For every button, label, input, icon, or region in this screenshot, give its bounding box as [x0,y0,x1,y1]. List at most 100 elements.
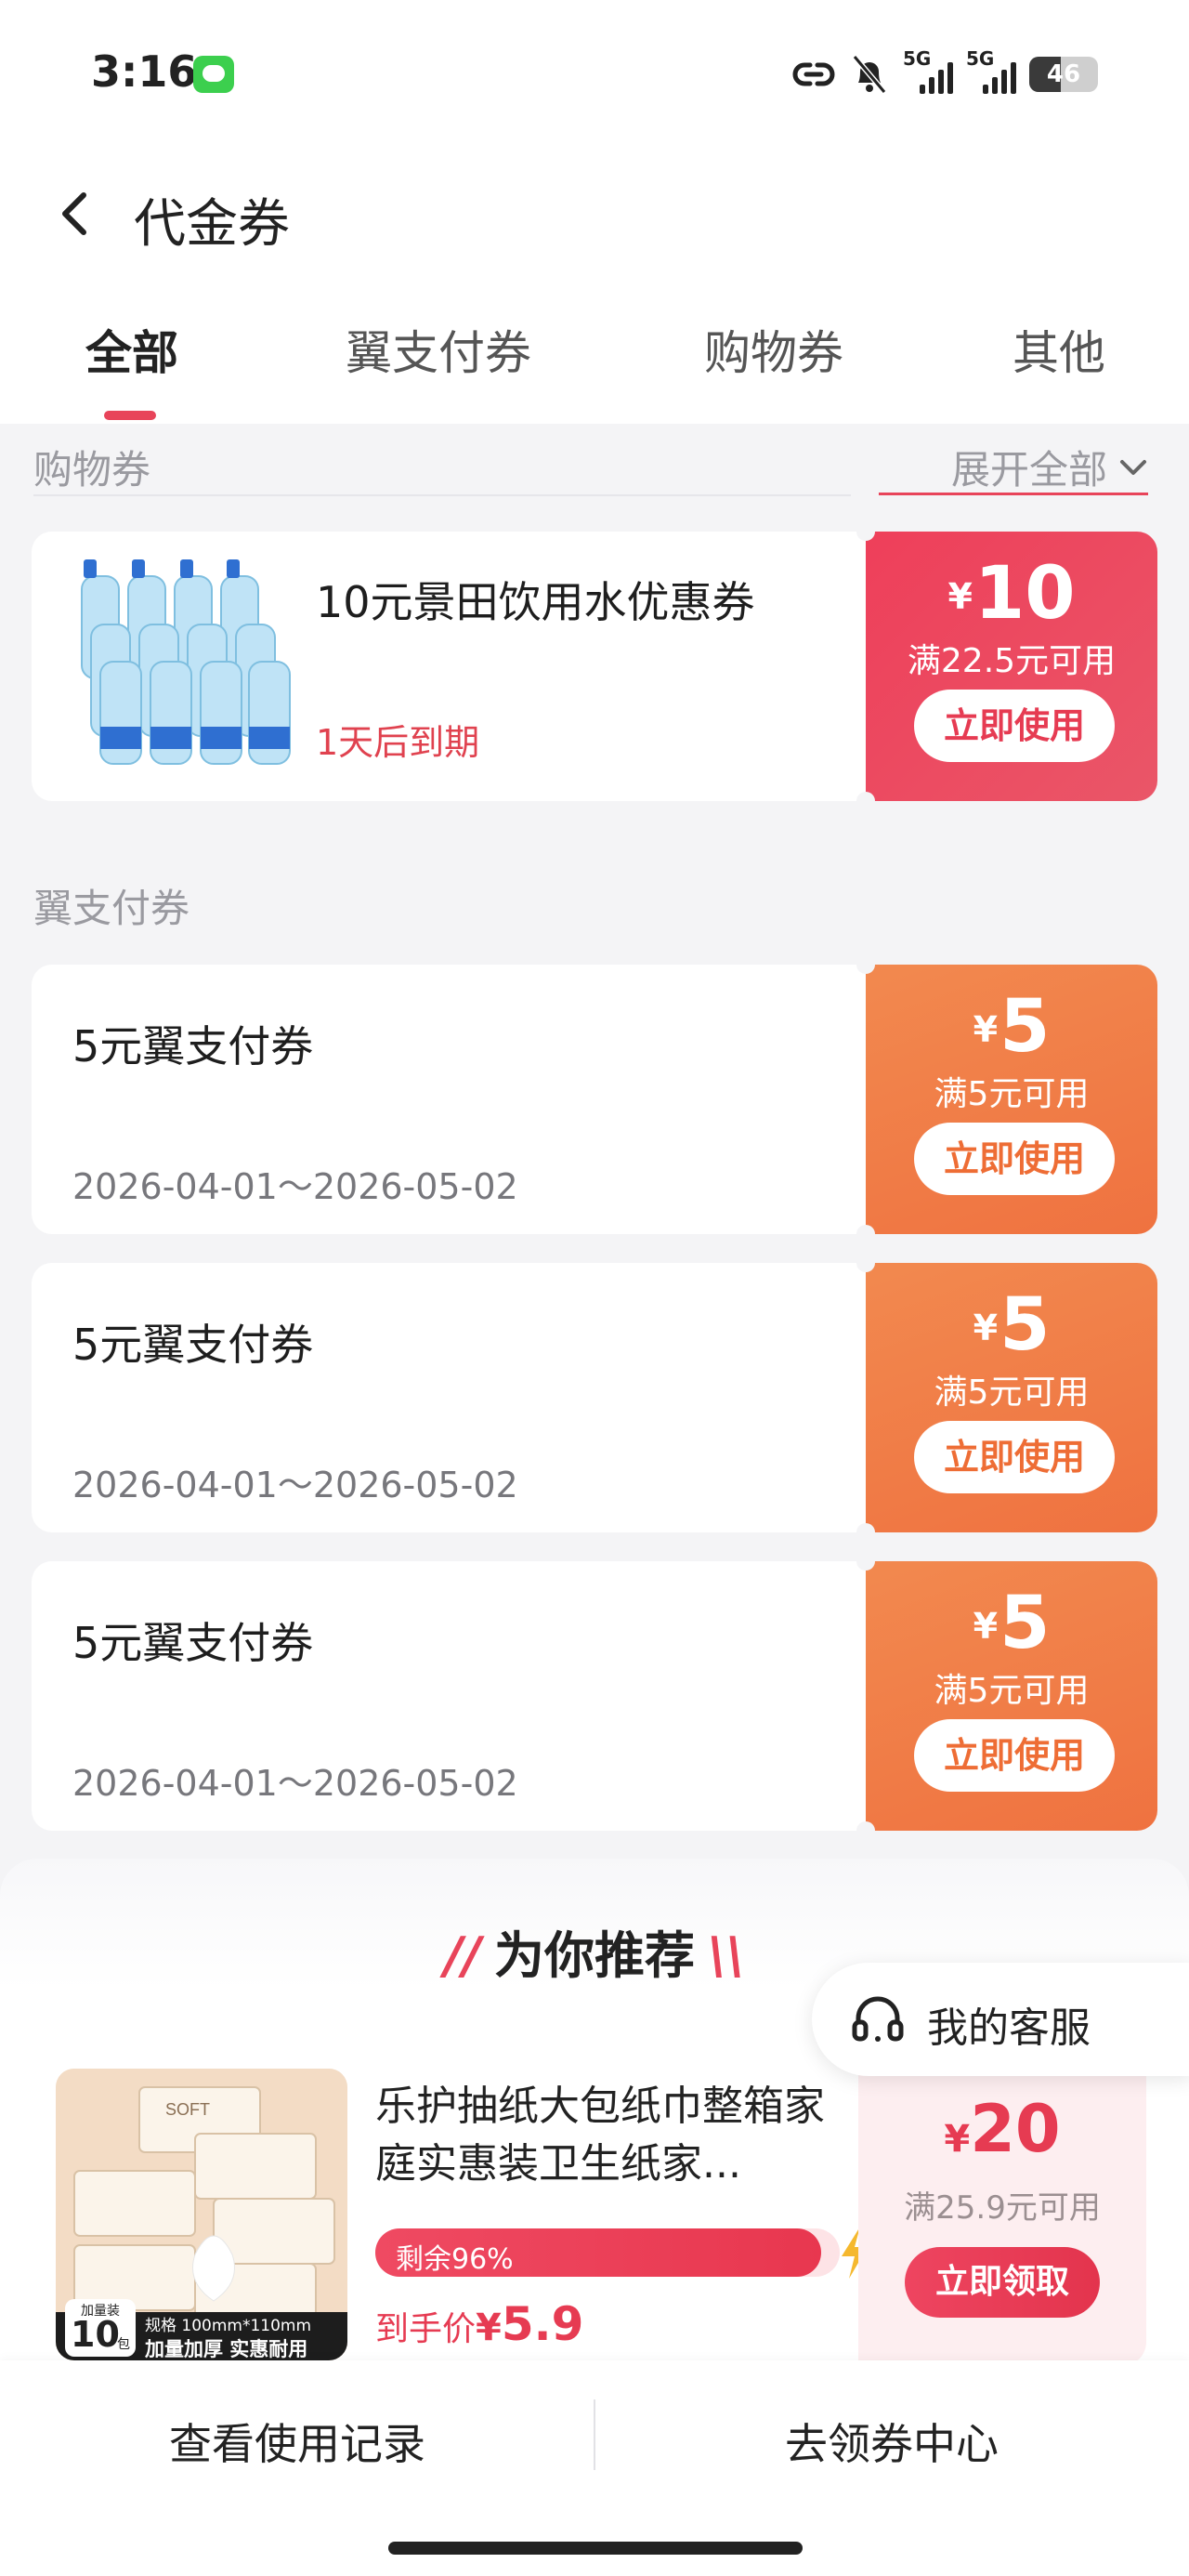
claim-now-button[interactable]: 立即领取 [905,2247,1100,2318]
price-label: 到手价 [375,2310,477,2348]
coupon-condition: 满5元可用 [934,1075,1090,1113]
coupon-amount: ¥5 [866,1582,1157,1665]
headset-icon [852,1996,904,2042]
link-icon [792,62,835,86]
coupon-center-button[interactable]: 去领券中心 [594,2411,1189,2472]
card-notch [856,1821,875,1840]
use-now-button[interactable]: 立即使用 [914,1719,1115,1792]
active-tab-indicator [104,411,156,420]
product-title: 乐护抽纸大包纸巾整箱家庭实惠装卫生纸家... [375,2083,825,2188]
recommend-title-text: 为你推荐 [494,1926,695,1985]
currency-symbol: ¥ [973,1606,999,1647]
product-image: SOFT 加量装 10 包 规格 100mm*110mm 加量加厚 实惠耐用 [56,2069,347,2360]
image-brand-text: SOFT [165,2100,210,2119]
coupon-validity: 2026-04-01～2026-05-02 [72,1763,518,1804]
coupon-value-panel: ¥5 满5元可用 立即使用 [866,965,1157,1234]
coupon-condition: 满5元可用 [934,1672,1090,1710]
pack-unit: 包 [117,2337,130,2352]
pack-count-badge: 加量装 10 包 [65,2299,136,2357]
amount-value: 10 [973,552,1076,636]
recommend-panel: //为你推荐 \\ SOFT 加量装 10 包 规格 100mm*110mm 加… [0,1859,1189,2379]
currency-symbol: ¥ [973,1009,999,1050]
stock-progress-bar: 剩余96% [375,2228,840,2277]
chevron-down-icon [1120,459,1146,475]
stock-text: 剩余96% [396,2243,514,2276]
tab-shopping-coupons[interactable]: 购物券 [704,316,843,383]
status-bar: 3:16 5G 5G 46 [0,0,1189,149]
image-spec-text: 规格 100mm*110mm [145,2317,312,2335]
image-slogan-text: 加量加厚 实惠耐用 [145,2338,308,2360]
tab-all[interactable]: 全部 [85,316,178,383]
use-now-button[interactable]: 立即使用 [914,1123,1115,1195]
card-notch [856,1523,875,1542]
price-currency: ¥ [476,2307,502,2349]
battery-icon: 46 [1029,57,1098,92]
coupon-expire: 1天后到期 [316,722,480,763]
coupon-title: 10元景田饮用水优惠券 [316,577,755,627]
expand-all-label: 展开全部 [950,447,1107,493]
amount-value: 20 [970,2091,1061,2167]
currency-symbol: ¥ [973,1308,999,1348]
coupon-info: 5元翼支付券 2026-04-01～2026-05-02 [32,1263,869,1532]
currency-symbol: ¥ [944,2118,971,2161]
product-coupon-panel: ¥20 满25.9元可用 立即领取 [858,2054,1146,2366]
coupon-condition: 满22.5元可用 [907,642,1117,680]
tab-others[interactable]: 其他 [1013,316,1105,383]
card-notch [856,1225,875,1243]
water-bottles-image [81,559,291,765]
battery-level: 46 [1046,60,1081,88]
message-app-icon [193,56,234,93]
use-now-button[interactable]: 立即使用 [914,1421,1115,1493]
coupon-value-panel: ¥5 满5元可用 立即使用 [866,1561,1157,1831]
coupon-info: 10元景田饮用水优惠券 1天后到期 [32,532,869,801]
coupon-validity: 2026-04-01～2026-05-02 [72,1166,518,1207]
card-notch [856,1552,875,1571]
pack-count: 10 [71,2314,120,2355]
coupon-title: 5元翼支付券 [72,1320,314,1370]
coupon-value-panel: ¥5 满5元可用 立即使用 [866,1263,1157,1532]
section-title-pay: 翼支付券 [33,886,190,931]
price-value: 5.9 [501,2297,584,2351]
view-usage-records-button[interactable]: 查看使用记录 [0,2411,594,2472]
back-arrow-icon[interactable] [48,186,104,242]
section-divider [33,494,851,496]
amount-value: 5 [1000,1582,1051,1665]
card-notch [856,792,875,810]
coupon-title: 5元翼支付券 [72,1618,314,1668]
section-divider-accent [879,493,1148,495]
product-coupon-amount: ¥20 [858,2091,1146,2167]
coupon-card-pay: 5元翼支付券 2026-04-01～2026-05-02 ¥5 满5元可用 立即… [32,1254,1157,1542]
title-decoration: // [444,1926,481,1985]
use-now-button[interactable]: 立即使用 [914,690,1115,762]
signal-5g-icon: 5G [966,47,1016,98]
tab-bar: 全部 翼支付券 购物券 其他 [0,279,1189,424]
header: 代金券 [0,149,1189,279]
coupon-info: 5元翼支付券 2026-04-01～2026-05-02 [32,965,869,1234]
product-price: 到手价¥5.9 [375,2297,583,2351]
customer-service-button[interactable]: 我的客服 [812,1963,1189,2076]
title-decoration: \\ [708,1926,745,1985]
coupon-value-panel: ¥10 满22.5元可用 立即使用 [866,532,1157,801]
signal-5g-icon: 5G [903,47,953,98]
section-title-shopping: 购物券 [33,447,151,493]
coupon-card-pay: 5元翼支付券 2026-04-01～2026-05-02 ¥5 满5元可用 立即… [32,1552,1157,1840]
home-indicator[interactable] [388,2542,803,2555]
coupon-amount: ¥5 [866,985,1157,1069]
coupon-title: 5元翼支付券 [72,1021,314,1071]
coupon-amount: ¥10 [866,552,1157,636]
expand-all-button[interactable]: 展开全部 [951,439,1152,495]
coupon-amount: ¥5 [866,1283,1157,1367]
page-title: 代金券 [134,194,290,255]
tab-pay-coupons[interactable]: 翼支付券 [346,316,531,383]
customer-service-label: 我的客服 [927,2004,1091,2052]
amount-value: 5 [1000,1283,1051,1367]
card-notch [856,522,875,541]
coupon-card-pay: 5元翼支付券 2026-04-01～2026-05-02 ¥5 满5元可用 立即… [32,955,1157,1243]
status-icons: 5G 5G 46 [791,46,1098,102]
card-notch [856,955,875,974]
card-notch [856,1254,875,1272]
coupon-condition: 满5元可用 [934,1373,1090,1412]
recommend-product-card[interactable]: SOFT 加量装 10 包 规格 100mm*110mm 加量加厚 实惠耐用 乐… [41,2054,1146,2366]
amount-value: 5 [1000,985,1051,1069]
coupon-card-shopping: 10元景田饮用水优惠券 1天后到期 ¥10 满22.5元可用 立即使用 [32,522,1157,810]
